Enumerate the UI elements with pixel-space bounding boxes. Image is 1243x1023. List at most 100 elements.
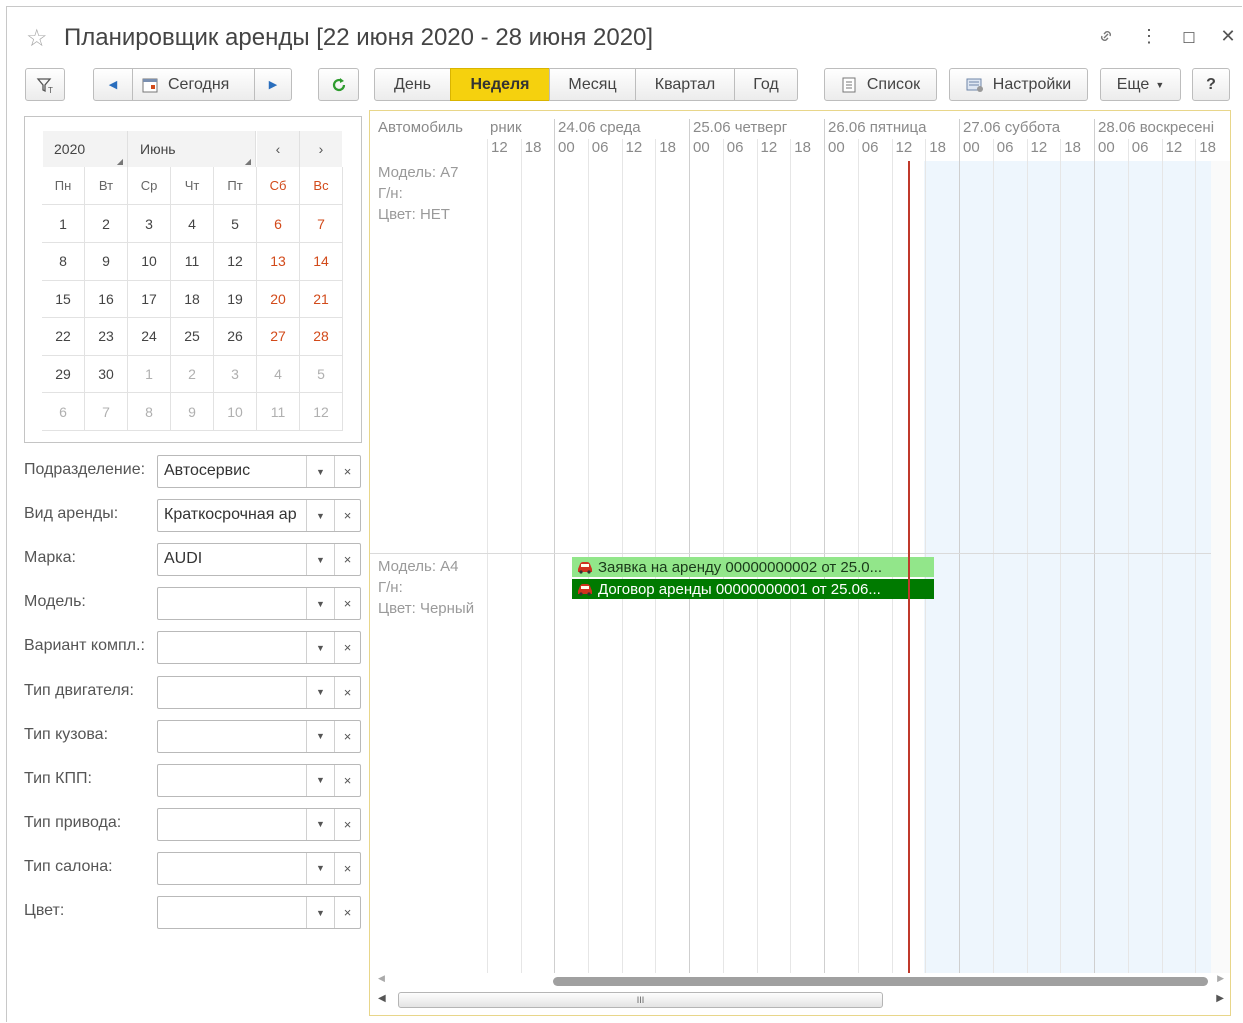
clear-icon[interactable]: × [334,588,360,620]
calendar-day[interactable]: 4 [257,355,300,394]
calendar-day[interactable]: 1 [128,355,171,394]
tab-month[interactable]: Месяц [549,68,636,101]
dropdown-arrow-icon[interactable]: ▼ [306,897,334,928]
clear-icon[interactable]: × [334,456,360,487]
filter-input[interactable]: ▼ × [157,896,361,929]
clear-icon[interactable]: × [334,676,360,708]
timeline-scroll-thumb[interactable] [553,977,1208,986]
calendar-day[interactable]: 12 [300,393,343,431]
dropdown-arrow-icon[interactable]: ▼ [306,852,334,884]
calendar-day[interactable]: 25 [171,317,214,356]
calendar-day[interactable]: 7 [300,205,343,243]
horizontal-scrollbar[interactable]: ◀ III ▶ [378,991,1224,1009]
dropdown-arrow-icon[interactable]: ▼ [306,676,334,708]
clear-icon[interactable]: × [334,632,360,664]
booking-contract[interactable]: Договор аренды 00000000001 от 25.06... [572,579,934,599]
calendar-day[interactable]: 5 [300,355,343,394]
calendar-day[interactable]: 15 [42,280,85,319]
tab-quarter[interactable]: Квартал [635,68,735,101]
list-button[interactable]: Список [824,68,937,101]
calendar-day[interactable]: 2 [85,205,128,243]
calendar-day[interactable]: 10 [128,242,171,281]
calendar-day[interactable]: 6 [42,393,85,431]
filter-toggle-button[interactable]: T [25,68,65,101]
vertical-scrollbar[interactable] [1211,161,1230,973]
calendar-next-month-button[interactable]: › [300,131,342,167]
booking-request[interactable]: Заявка на аренду 00000000002 от 25.0... [572,557,934,577]
calendar-day[interactable]: 5 [214,205,257,243]
refresh-button[interactable] [318,68,359,101]
clear-icon[interactable]: × [334,852,360,884]
calendar-day[interactable]: 1 [42,205,85,243]
calendar-day[interactable]: 29 [42,355,85,394]
tab-year[interactable]: Год [734,68,798,101]
clear-icon[interactable]: × [334,720,360,752]
calendar-day[interactable]: 20 [257,280,300,319]
dropdown-arrow-icon[interactable]: ▼ [306,632,334,664]
timeline-scrollbar[interactable]: ◀ ▶ [378,973,1224,987]
filter-input[interactable]: Краткосрочная ар ▼ × [157,499,361,533]
more-button[interactable]: Еще ▼ [1100,68,1181,101]
more-vertical-icon[interactable]: ⋮ [1137,26,1161,47]
calendar-day[interactable]: 7 [85,393,128,431]
filter-input[interactable]: ▼ × [157,851,361,885]
calendar-day[interactable]: 13 [257,242,300,281]
filter-input[interactable]: ▼ × [157,719,361,753]
calendar-day[interactable]: 27 [257,317,300,356]
month-field[interactable]: Июнь ◢ [128,131,256,167]
filter-input[interactable]: ▼ × [157,587,361,621]
link-icon[interactable] [1094,26,1118,51]
maximize-icon[interactable]: ☐ [1177,29,1201,47]
dropdown-arrow-icon[interactable]: ▼ [306,456,334,487]
filter-input[interactable]: AUDI ▼ × [157,543,361,577]
dropdown-arrow-icon[interactable]: ▼ [306,808,334,840]
dropdown-arrow-icon[interactable]: ▼ [306,500,334,532]
calendar-day[interactable]: 24 [128,317,171,356]
dropdown-arrow-icon[interactable]: ▼ [306,764,334,796]
tab-day[interactable]: День [374,68,451,101]
calendar-day[interactable]: 3 [214,355,257,394]
dropdown-arrow-icon[interactable]: ▼ [306,588,334,620]
calendar-day[interactable]: 17 [128,280,171,319]
close-icon[interactable]: ✕ [1216,26,1240,47]
filter-input[interactable]: ▼ × [157,675,361,709]
filter-input[interactable]: ▼ × [157,807,361,841]
prev-period-button[interactable]: ◀ [93,68,133,101]
filter-input[interactable]: Автосервис ▼ × [157,455,361,488]
clear-icon[interactable]: × [334,500,360,532]
calendar-day[interactable]: 10 [214,393,257,431]
calendar-day[interactable]: 6 [257,205,300,243]
calendar-day[interactable]: 22 [42,317,85,356]
today-button[interactable]: Сегодня [132,68,255,101]
calendar-day[interactable]: 23 [85,317,128,356]
next-period-button[interactable]: ▶ [254,68,292,101]
calendar-prev-month-button[interactable]: ‹ [257,131,300,167]
settings-button[interactable]: Настройки [949,68,1088,101]
calendar-day[interactable]: 8 [128,393,171,431]
calendar-day[interactable]: 21 [300,280,343,319]
clear-icon[interactable]: × [334,808,360,840]
calendar-day[interactable]: 2 [171,355,214,394]
calendar-day[interactable]: 4 [171,205,214,243]
help-button[interactable]: ? [1192,68,1230,101]
filter-input[interactable]: ▼ × [157,631,361,665]
tab-week[interactable]: Неделя [450,68,550,101]
calendar-day[interactable]: 9 [85,242,128,281]
calendar-day[interactable]: 9 [171,393,214,431]
clear-icon[interactable]: × [334,544,360,576]
calendar-day[interactable]: 19 [214,280,257,319]
calendar-day[interactable]: 28 [300,317,343,356]
calendar-day[interactable]: 8 [42,242,85,281]
calendar-day[interactable]: 14 [300,242,343,281]
scroll-thumb[interactable]: III [398,992,883,1008]
favorite-star-icon[interactable]: ☆ [26,24,48,53]
filter-input[interactable]: ▼ × [157,763,361,797]
year-field[interactable]: 2020 ◢ [43,131,128,167]
calendar-day[interactable]: 30 [85,355,128,394]
clear-icon[interactable]: × [334,897,360,928]
calendar-day[interactable]: 11 [257,393,300,431]
dropdown-arrow-icon[interactable]: ▼ [306,720,334,752]
calendar-day[interactable]: 3 [128,205,171,243]
calendar-day[interactable]: 16 [85,280,128,319]
clear-icon[interactable]: × [334,764,360,796]
